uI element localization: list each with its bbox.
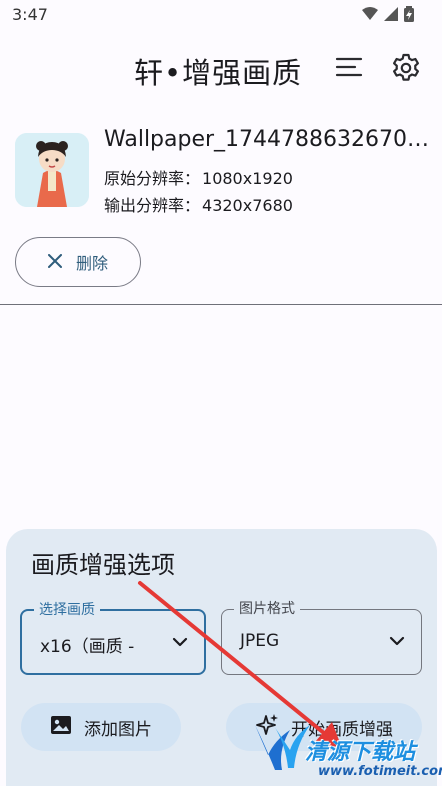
format-select[interactable]: 图片格式 JPEG <box>221 600 422 675</box>
chevron-down-icon <box>389 633 405 653</box>
quality-select-value: x16（画质 - <box>40 637 135 657</box>
original-resolution-value: 1080x1920 <box>202 169 293 188</box>
chevron-down-icon <box>172 634 188 654</box>
delete-button[interactable]: 删除 <box>15 237 141 287</box>
sort-menu-button[interactable] <box>330 50 368 88</box>
status-time: 3:47 <box>12 5 48 24</box>
status-bar: 3:47 <box>0 0 442 30</box>
signal-icon <box>384 7 398 21</box>
app-title: 轩•增强画质 <box>134 56 303 90</box>
divider <box>0 304 442 305</box>
watermark-url: www.fotimeit.com <box>318 764 442 779</box>
image-thumbnail <box>15 133 89 207</box>
original-resolution-label: 原始分辨率： <box>104 169 201 188</box>
gear-icon <box>390 52 422 88</box>
settings-button[interactable] <box>386 50 426 90</box>
output-resolution: 输出分辨率： 4320x7680 <box>104 192 293 216</box>
original-resolution: 原始分辨率： 1080x1920 <box>104 165 293 189</box>
format-select-label: 图片格式 <box>234 600 300 618</box>
battery-charging-icon <box>404 6 414 22</box>
delete-button-label: 删除 <box>75 254 108 273</box>
format-select-value: JPEG <box>240 631 280 651</box>
options-title: 画质增强选项 <box>31 551 175 579</box>
quality-select[interactable]: 选择画质 x16（画质 - <box>20 601 206 675</box>
status-icons <box>362 6 414 22</box>
close-icon <box>47 253 62 272</box>
wifi-icon <box>362 7 378 21</box>
add-image-button[interactable]: 添加图片 <box>21 703 181 751</box>
image-icon <box>50 715 72 740</box>
output-resolution-label: 输出分辨率： <box>104 196 201 215</box>
watermark-title: 清源下载站 <box>305 740 416 765</box>
output-resolution-value: 4320x7680 <box>202 196 293 215</box>
sort-menu-icon <box>335 55 363 83</box>
quality-select-label: 选择画质 <box>34 601 100 619</box>
add-image-label: 添加图片 <box>84 719 152 740</box>
file-name: Wallpaper_1744788632670.jpg <box>104 127 434 152</box>
